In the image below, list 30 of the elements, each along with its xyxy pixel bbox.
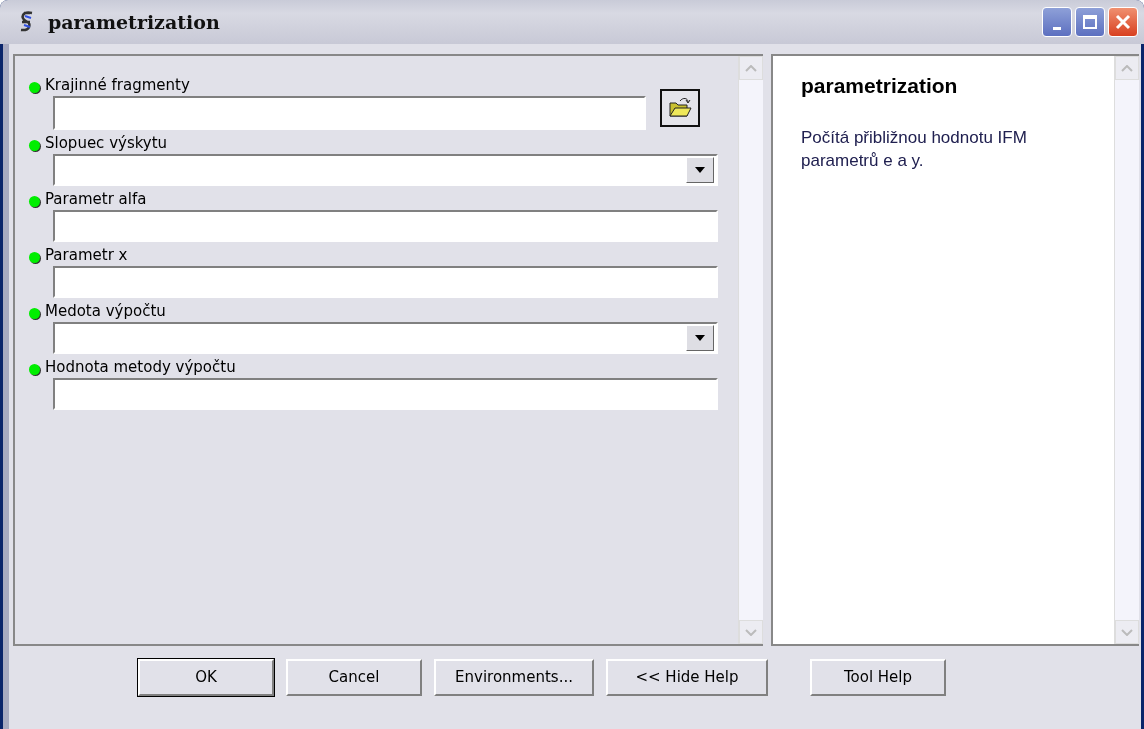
minimize-button[interactable]	[1042, 7, 1072, 37]
dialog-button[interactable]: Environments...	[434, 658, 594, 696]
browse-button[interactable]	[660, 89, 700, 127]
maximize-button[interactable]	[1075, 7, 1105, 37]
input-field[interactable]	[53, 378, 718, 410]
dialog-button[interactable]: << Hide Help	[606, 658, 768, 696]
input-field[interactable]	[53, 96, 646, 130]
parameter-label: Parametr alfa	[45, 190, 147, 208]
folder-icon	[668, 97, 692, 119]
help-title: parametrization	[801, 74, 959, 98]
parameter-label: Parametr x	[45, 246, 128, 264]
dropdown-field[interactable]	[53, 154, 718, 186]
minimize-icon	[1053, 27, 1061, 30]
dropdown-field[interactable]	[53, 322, 718, 354]
close-button[interactable]	[1108, 7, 1138, 37]
maximize-icon	[1083, 15, 1097, 29]
parameter-label: Krajinné fragmenty	[45, 76, 190, 94]
dialog-button[interactable]: Cancel	[286, 658, 422, 696]
help-text: Počítá přibližnou hodnotu IFM parametrů e a y.	[801, 127, 1028, 172]
window-title: parametrization	[48, 11, 220, 33]
parameter-label: Slopuec výskytu	[45, 134, 168, 152]
caret-icon	[695, 335, 705, 341]
dialog-button[interactable]: Tool Help	[810, 658, 946, 696]
input-field[interactable]	[53, 266, 718, 298]
parameter-label: Hodnota metody výpočtu	[45, 358, 236, 376]
input-field[interactable]	[53, 210, 718, 242]
parameter-label: Medota výpočtu	[45, 302, 166, 320]
close-icon	[1115, 14, 1131, 30]
dialog-button[interactable]: OK	[138, 658, 274, 696]
caret-icon	[695, 167, 705, 173]
